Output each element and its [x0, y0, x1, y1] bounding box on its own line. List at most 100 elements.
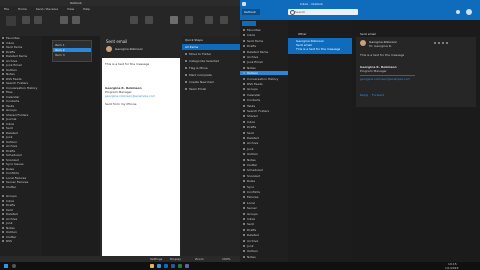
ribbon-reply-icon[interactable]: [60, 16, 68, 24]
right-nav-item[interactable]: Deleted Items: [240, 50, 288, 54]
left-folder-item[interactable]: Local Failures: [0, 176, 42, 180]
left-folder-item[interactable]: Notes: [0, 72, 42, 76]
dialog-item[interactable]: Mark Complete: [182, 73, 240, 77]
left-folder-item[interactable]: Journal: [0, 117, 42, 121]
status-zoom[interactable]: Zoom: [195, 257, 204, 261]
left-folder-lower-item[interactable]: Notes: [0, 226, 42, 230]
right-nav-item[interactable]: Server: [240, 206, 288, 210]
search-taskbar-icon[interactable]: [12, 264, 16, 268]
ribbon-forward-icon[interactable]: [72, 16, 80, 24]
dialog-header-bar[interactable]: All Items: [182, 44, 240, 50]
right-nav-item[interactable]: Calendar: [240, 93, 288, 97]
left-folder-item[interactable]: RSS Feeds: [0, 77, 42, 81]
taskbar-date[interactable]: 1/1/2024: [445, 266, 458, 270]
left-folder-lower-item[interactable]: Outbox: [0, 230, 42, 234]
left-folder-item[interactable]: Archive: [0, 144, 42, 148]
right-nav-item[interactable]: Junk: [240, 244, 288, 248]
outlook-icon[interactable]: [163, 264, 168, 268]
popup-item[interactable]: Item 1: [53, 43, 91, 47]
reply-icon[interactable]: [434, 42, 436, 44]
left-folder-lower-item[interactable]: Groups: [0, 194, 42, 198]
right-nav-item[interactable]: Snoozed: [240, 174, 288, 178]
right-nav-item[interactable]: Notes: [240, 66, 288, 70]
right-nav-item[interactable]: Groups: [240, 212, 288, 216]
ribbon-move-icon[interactable]: [130, 16, 138, 24]
avatar[interactable]: [466, 9, 472, 15]
left-folder-item[interactable]: Clutter: [0, 185, 42, 189]
right-nav-item[interactable]: Inbox: [240, 217, 288, 221]
left-folder-item[interactable]: Groups: [0, 108, 42, 112]
left-folder-lower-item[interactable]: Clutter: [0, 235, 42, 239]
right-nav-item[interactable]: Notes: [240, 158, 288, 162]
right-nav-item[interactable]: Drafts: [240, 44, 288, 48]
left-folder-item[interactable]: Shared Folders: [0, 113, 42, 117]
right-nav-item[interactable]: Junk: [240, 147, 288, 151]
right-nav-item[interactable]: Failures: [240, 195, 288, 199]
search-input[interactable]: Search: [288, 9, 358, 15]
right-nav-item[interactable]: Sent: [240, 222, 288, 226]
forward-link[interactable]: Forward: [372, 93, 384, 97]
left-folder-item[interactable]: Calendar: [0, 95, 42, 99]
ribbon-flag-icon[interactable]: [185, 16, 193, 24]
right-nav-item[interactable]: Shared: [240, 114, 288, 118]
app-launcher-icon[interactable]: [242, 2, 246, 6]
start-icon[interactable]: [4, 264, 8, 268]
left-folder-item[interactable]: Scheduled: [0, 153, 42, 157]
right-nav-item[interactable]: Archive: [240, 55, 288, 59]
settings-icon[interactable]: [456, 10, 460, 14]
reply-link[interactable]: Reply: [360, 93, 368, 97]
right-nav-item[interactable]: RSS Feeds: [240, 82, 288, 86]
right-nav-item[interactable]: Outbox: [240, 152, 288, 156]
ribbon-tab-view[interactable]: View: [67, 7, 74, 11]
left-folder-item[interactable]: Conflicts: [0, 171, 42, 175]
status-settings[interactable]: Settings: [150, 257, 162, 261]
left-folder-item[interactable]: Junk Email: [0, 63, 42, 67]
left-folder-item[interactable]: Server Failures: [0, 180, 42, 184]
right-nav-item[interactable]: Archive: [240, 239, 288, 243]
left-folder-item[interactable]: Inbox: [0, 41, 42, 45]
right-nav-item[interactable]: Outbox: [240, 249, 288, 253]
left-folder-item[interactable]: Tasks: [0, 104, 42, 108]
right-nav-item[interactable]: Junk Email: [240, 60, 288, 64]
right-nav-item[interactable]: Conflicts: [240, 190, 288, 194]
left-folder-item[interactable]: Rules: [0, 167, 42, 171]
right-nav-item[interactable]: Sent Items: [240, 39, 288, 43]
right-nav-item[interactable]: Conversation History: [240, 77, 288, 81]
right-nav-item[interactable]: Sent: [240, 131, 288, 135]
ribbon-rules-icon[interactable]: [145, 16, 153, 24]
right-nav-item[interactable]: Inbox: [240, 120, 288, 124]
left-folder-item[interactable]: Drafts: [0, 149, 42, 153]
reply-all-icon[interactable]: [438, 42, 440, 44]
dialog-item[interactable]: Create New Item: [182, 80, 240, 84]
reading-link[interactable]: georgina.robinson@example.com: [360, 77, 410, 81]
right-nav-item[interactable]: Inbox: [240, 33, 288, 37]
left-folder-item[interactable]: Outbox: [0, 68, 42, 72]
status-display[interactable]: Display: [170, 257, 181, 261]
dialog-item[interactable]: Team Email: [182, 87, 240, 91]
left-folder-item[interactable]: Search Folders: [0, 81, 42, 85]
right-nav-item[interactable]: Scheduled: [240, 168, 288, 172]
right-nav-item[interactable]: Search Folders: [240, 109, 288, 113]
left-folder-item[interactable]: Sent: [0, 126, 42, 130]
right-nav-item[interactable]: Local: [240, 201, 288, 205]
right-nav-item[interactable]: Sync: [240, 185, 288, 189]
teams-icon[interactable]: [184, 264, 189, 268]
left-folder-item[interactable]: Conversation History: [0, 86, 42, 90]
dialog-item[interactable]: Move to Folder: [182, 52, 240, 56]
right-nav-item[interactable]: Deleted: [240, 233, 288, 237]
more-options-icon[interactable]: [446, 42, 448, 44]
forward-icon[interactable]: [442, 42, 444, 44]
right-nav-item[interactable]: Groups: [240, 87, 288, 91]
dialog-item[interactable]: Flag & Move: [182, 66, 240, 70]
right-nav-item[interactable]: Rules: [240, 179, 288, 183]
dialog-item[interactable]: Categorize Selected: [182, 59, 240, 63]
left-folder-lower-item[interactable]: Archive: [0, 217, 42, 221]
preview-link[interactable]: georgina.robinson@example.com: [105, 94, 155, 98]
ribbon-new-email-icon[interactable]: [6, 16, 16, 26]
popup-item-selected[interactable]: Item 2: [53, 48, 91, 52]
left-folder-lower-item[interactable]: Junk: [0, 221, 42, 225]
ribbon-tab-send-receive[interactable]: Send / Receive: [36, 7, 58, 11]
left-folder-item[interactable]: Contacts: [0, 99, 42, 103]
right-nav-item[interactable]: Deleted: [240, 136, 288, 140]
left-folder-item[interactable]: Archive: [0, 59, 42, 63]
